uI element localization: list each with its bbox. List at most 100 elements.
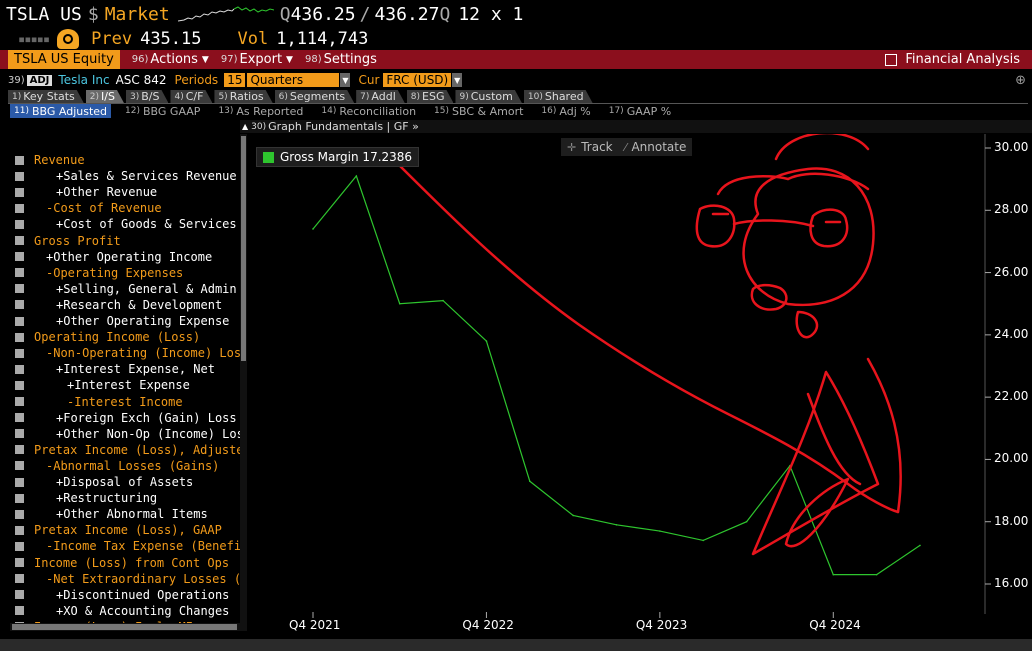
tab-shared[interactable]: 10) Shared	[524, 90, 593, 103]
row-checkbox[interactable]	[15, 332, 24, 342]
tree-row[interactable]: - Net Extraordinary Losses (Gains	[10, 571, 240, 587]
tab-key-stats[interactable]: 1) Key Stats	[8, 90, 84, 103]
tab-esg[interactable]: 8) ESG	[407, 90, 454, 103]
tree-row[interactable]: - Non-Operating (Income) Loss	[10, 345, 240, 361]
scroll-thumb[interactable]	[241, 136, 246, 361]
annotate-button[interactable]: ⁄ Annotate	[619, 140, 693, 154]
tree-row[interactable]: - Cost of Revenue	[10, 200, 240, 216]
tree-row[interactable]: + Restructuring	[10, 490, 240, 506]
row-checkbox[interactable]	[15, 380, 24, 390]
tree-row[interactable]: + Selling, General & Admin	[10, 281, 240, 297]
chart-legend[interactable]: Gross Margin 17.2386	[256, 147, 420, 167]
row-checkbox[interactable]	[15, 541, 24, 551]
row-checkbox[interactable]	[15, 284, 24, 294]
currency-select[interactable]: FRC (USD)	[383, 73, 452, 87]
chart-area[interactable]	[248, 134, 1032, 639]
row-checkbox[interactable]	[15, 364, 24, 374]
tree-row[interactable]: + Other Operating Expense	[10, 313, 240, 329]
row-checkbox[interactable]	[15, 397, 24, 406]
tree-vertical-scrollbar[interactable]	[240, 134, 247, 630]
tree-row[interactable]: + Other Abnormal Items	[10, 506, 240, 522]
subtab-sbc-amort[interactable]: 15) SBC & Amort	[430, 104, 527, 118]
tree-row[interactable]: + Other Operating Income	[10, 249, 240, 265]
row-checkbox[interactable]	[15, 558, 24, 567]
tree-row[interactable]: Pretax Income (Loss), GAAP	[10, 522, 240, 538]
tree-row[interactable]: - Interest Income	[10, 394, 240, 410]
periods-count-input[interactable]: 15	[224, 73, 246, 87]
tab-b-s[interactable]: 3) B/S	[126, 90, 169, 103]
scroll-thumb[interactable]	[12, 624, 237, 630]
tree-row[interactable]: + Interest Expense	[10, 377, 240, 393]
company-name[interactable]: Tesla Inc	[58, 73, 109, 87]
chevron-down-icon[interactable]: ▼	[452, 73, 463, 87]
row-checkbox[interactable]	[15, 316, 24, 326]
row-checkbox[interactable]	[15, 477, 24, 487]
subtab-as-reported[interactable]: 13) As Reported	[214, 104, 307, 118]
tree-row[interactable]: Revenue	[10, 152, 240, 168]
tab-custom[interactable]: 9) Custom	[455, 90, 521, 103]
security-field[interactable]: TSLA US Equity	[8, 50, 120, 69]
tree-row[interactable]: + Interest Expense, Net	[10, 361, 240, 377]
row-checkbox[interactable]	[15, 252, 24, 262]
tree-row[interactable]: - Operating Expenses	[10, 265, 240, 281]
alert-clock-icon[interactable]	[57, 29, 80, 49]
subtab-adj-[interactable]: 16) Adj %	[537, 104, 594, 118]
row-checkbox[interactable]	[15, 268, 24, 278]
export-menu-button[interactable]: 97) Export ▼	[221, 52, 293, 67]
settings-button[interactable]: 98) Settings	[305, 52, 377, 67]
tab-c-f[interactable]: 4) C/F	[170, 90, 212, 103]
tree-row[interactable]: + XO & Accounting Changes	[10, 603, 240, 619]
row-checkbox[interactable]	[15, 429, 24, 439]
tree-row[interactable]: Operating Income (Loss)	[10, 329, 240, 345]
tree-row[interactable]: + Other Non-Op (Income) Loss	[10, 426, 240, 442]
row-checkbox[interactable]	[15, 203, 24, 213]
actions-menu-button[interactable]: 96) Actions ▼	[132, 52, 209, 67]
row-checkbox[interactable]	[15, 606, 24, 616]
row-checkbox[interactable]	[15, 445, 24, 455]
tree-row[interactable]: + Research & Development	[10, 297, 240, 313]
tab-addl[interactable]: 7) Addl	[356, 90, 405, 103]
tree-row[interactable]: Gross Profit	[10, 233, 240, 249]
row-checkbox[interactable]	[15, 525, 24, 535]
ticker-label[interactable]: TSLA US	[6, 4, 82, 25]
graph-header[interactable]: ▲ 30) Graph Fundamentals | GF »	[240, 120, 1032, 133]
tree-row[interactable]: + Foreign Exch (Gain) Loss	[10, 410, 240, 426]
tree-row[interactable]: + Disposal of Assets	[10, 474, 240, 490]
row-checkbox[interactable]	[15, 236, 24, 245]
row-checkbox[interactable]	[15, 155, 24, 165]
tree-horizontal-scrollbar[interactable]	[10, 623, 247, 631]
tree-row[interactable]: + Discontinued Operations	[10, 587, 240, 603]
tree-row[interactable]: Income (Loss) from Cont Ops	[10, 555, 240, 571]
row-checkbox[interactable]	[15, 493, 24, 503]
row-checkbox[interactable]	[15, 187, 24, 197]
row-checkbox[interactable]	[15, 574, 24, 584]
row-checkbox[interactable]	[15, 590, 24, 600]
zoom-icon[interactable]: ⊕	[1015, 73, 1026, 88]
subtab-gaap-[interactable]: 17) GAAP %	[605, 104, 675, 118]
row-checkbox[interactable]	[15, 348, 24, 358]
subtab-reconciliation[interactable]: 14) Reconciliation	[317, 104, 420, 118]
chevron-down-icon[interactable]: ▼	[340, 73, 351, 87]
financial-analysis-link[interactable]: Financial Analysis	[885, 52, 1020, 67]
row-checkbox[interactable]	[15, 461, 24, 471]
tab-segments[interactable]: 6) Segments	[275, 90, 354, 103]
tab-ratios[interactable]: 5) Ratios	[214, 90, 272, 103]
row-checkbox[interactable]	[15, 300, 24, 310]
tree-row[interactable]: - Income Tax Expense (Benefit)	[10, 538, 240, 554]
tree-row[interactable]: + Other Revenue	[10, 184, 240, 200]
row-checkbox[interactable]	[15, 413, 24, 423]
adj-button[interactable]: ADJ	[26, 74, 53, 86]
tree-row[interactable]: + Cost of Goods & Services	[10, 216, 240, 232]
subtab-bbg-gaap[interactable]: 12) BBG GAAP	[121, 104, 204, 118]
tab-i-s[interactable]: 2) I/S	[86, 90, 124, 103]
periods-type-select[interactable]: Quarters	[247, 73, 340, 87]
data-point	[485, 340, 488, 342]
tree-row[interactable]: - Abnormal Losses (Gains)	[10, 458, 240, 474]
tree-row[interactable]: + Sales & Services Revenue	[10, 168, 240, 184]
row-checkbox[interactable]	[15, 171, 24, 181]
track-button[interactable]: ✛ Track	[561, 140, 619, 154]
tree-row[interactable]: Pretax Income (Loss), Adjusted	[10, 442, 240, 458]
row-checkbox[interactable]	[15, 219, 24, 229]
subtab-bbg-adjusted[interactable]: 11) BBG Adjusted	[10, 104, 112, 118]
row-checkbox[interactable]	[15, 509, 24, 519]
